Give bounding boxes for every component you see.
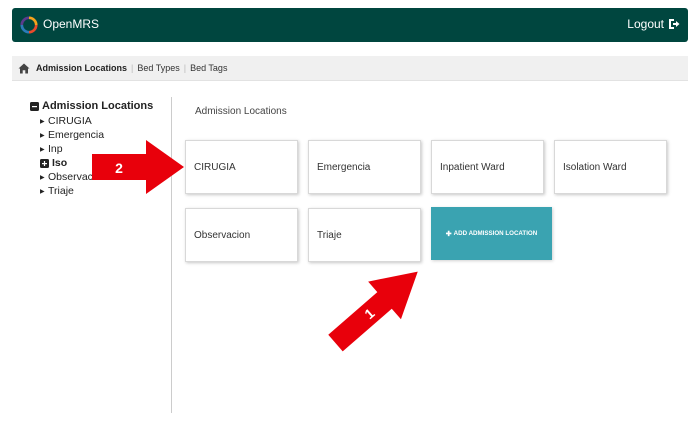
location-tile-inpatient-ward[interactable]: Inpatient Ward: [431, 140, 544, 194]
tree-item-label: CIRUGIA: [48, 115, 92, 127]
add-admission-location-button[interactable]: ✚ ADD ADMISSION LOCATION: [431, 207, 552, 260]
location-tree: Admission Locations ▶ CIRUGIA ▶ Emergenc…: [30, 100, 160, 198]
breadcrumb-separator: |: [131, 63, 134, 73]
add-button-label: ADD ADMISSION LOCATION: [453, 230, 538, 237]
location-tile-isolation-ward[interactable]: Isolation Ward: [554, 140, 667, 194]
annotation-label-1: 1: [361, 305, 378, 322]
tree-item-label: Inp: [48, 143, 63, 155]
breadcrumb-separator: |: [183, 63, 187, 73]
tree-item-observacion[interactable]: ▶ Observacion: [40, 170, 160, 184]
tile-label: Triaje: [317, 229, 342, 241]
openmrs-logo-icon: [20, 16, 38, 34]
tile-label: Observacion: [194, 229, 251, 241]
tree-item-isolation[interactable]: Iso: [40, 156, 160, 170]
caret-right-icon: ▶: [40, 188, 45, 195]
caret-right-icon: ▶: [40, 174, 45, 181]
logout-button[interactable]: Logout: [627, 17, 680, 31]
breadcrumb-admission-locations[interactable]: Admission Locations: [36, 63, 127, 73]
logout-label: Logout: [627, 17, 664, 31]
breadcrumb-bed-tags[interactable]: Bed Tags: [190, 63, 227, 73]
tile-label: Inpatient Ward: [440, 161, 505, 173]
caret-right-icon: ▶: [40, 118, 45, 125]
location-tile-observacion[interactable]: Observacion: [185, 208, 298, 262]
location-tile-triaje[interactable]: Triaje: [308, 208, 421, 262]
tree-item-inpatient[interactable]: ▶ Inp: [40, 142, 160, 156]
tree-item-triaje[interactable]: ▶ Triaje: [40, 184, 160, 198]
caret-right-icon: ▶: [40, 146, 45, 153]
home-icon[interactable]: [18, 63, 30, 74]
collapse-icon[interactable]: [30, 101, 39, 111]
tree-root[interactable]: Admission Locations: [30, 100, 160, 112]
tree-item-label: Observacion: [48, 171, 107, 183]
annotation-arrow-1: 1: [328, 271, 418, 352]
location-tile-emergencia[interactable]: Emergencia: [308, 140, 421, 194]
sidebar-divider: [171, 97, 172, 413]
tree-item-cirugia[interactable]: ▶ CIRUGIA: [40, 114, 160, 128]
page-title: Admission Locations: [195, 106, 287, 117]
openmrs-logo[interactable]: OpenMRS: [20, 16, 120, 36]
breadcrumb: Admission Locations | Bed Types | Bed Ta…: [12, 56, 688, 81]
breadcrumb-bed-types[interactable]: Bed Types: [137, 63, 179, 73]
tile-label: CIRUGIA: [194, 161, 236, 173]
location-tile-cirugia[interactable]: CIRUGIA: [185, 140, 298, 194]
tree-item-label: Iso: [52, 157, 68, 169]
app-header: OpenMRS Logout: [12, 8, 688, 42]
tree-root-label: Admission Locations: [42, 100, 154, 112]
logo-text: OpenMRS: [43, 17, 100, 31]
tree-item-label: Triaje: [48, 185, 74, 197]
tile-label: Emergencia: [317, 161, 371, 173]
tree-item-label: Emergencia: [48, 129, 105, 141]
logout-icon: [669, 19, 680, 29]
plus-icon: ✚: [445, 230, 452, 238]
caret-right-icon: ▶: [40, 132, 45, 139]
tree-item-emergencia[interactable]: ▶ Emergencia: [40, 128, 160, 142]
expand-icon[interactable]: [40, 158, 49, 168]
tile-label: Isolation Ward: [563, 161, 627, 173]
